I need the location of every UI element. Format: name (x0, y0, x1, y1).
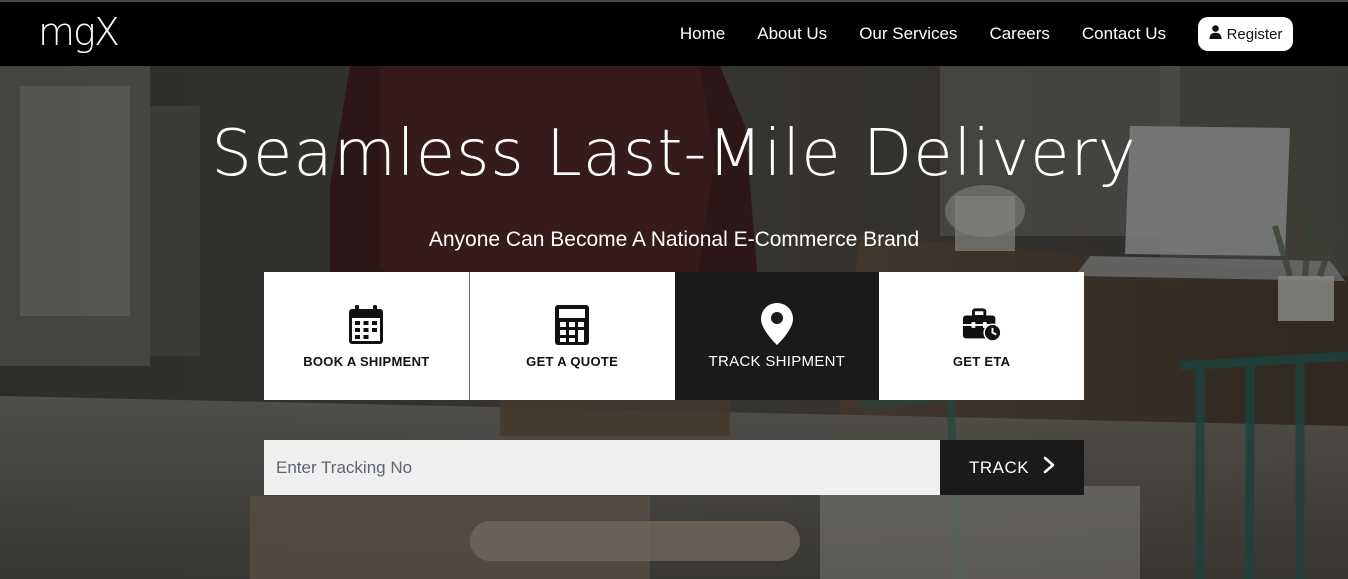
hero-subtitle: Anyone Can Become A National E-Commerce … (428, 228, 920, 251)
nav-link-careers[interactable]: Careers (989, 24, 1049, 44)
tile-label-track-shipment: TRACK SHIPMENT (708, 352, 846, 370)
tile-get-eta[interactable]: GET ETA (879, 272, 1084, 400)
nav-link-our-services[interactable]: Our Services (859, 24, 957, 44)
tile-track-shipment[interactable]: TRACK SHIPMENT (674, 272, 880, 400)
map-pin-icon (757, 302, 797, 345)
calculator-icon (552, 304, 592, 346)
register-label: Register (1226, 25, 1283, 43)
top-navbar: mgX Home About Us Our Services Careers C… (0, 0, 1348, 66)
nav-link-home[interactable]: Home (680, 24, 725, 44)
page: mgX Home About Us Our Services Careers C… (0, 0, 1348, 579)
action-tiles: BOOK A SHIPMENT GET A QUOTE TRACK SHIPME… (264, 272, 1084, 400)
briefcase-clock-icon (962, 304, 1002, 346)
tile-label-get-eta: GET ETA (952, 353, 1011, 369)
tracking-form: TRACK (264, 440, 1084, 495)
tile-label-book-shipment: BOOK A SHIPMENT (303, 353, 430, 369)
tile-label-get-quote: GET A QUOTE (526, 353, 619, 369)
mgx-logo[interactable]: mgX (38, 10, 120, 54)
tracking-number-input[interactable] (264, 440, 940, 495)
hero-section: Seamless Last-Mile Delivery Anyone Can B… (0, 66, 1348, 579)
nav-link-about-us[interactable]: About Us (757, 24, 827, 44)
user-icon (1209, 25, 1222, 43)
hero-title: Seamless Last-Mile Delivery (211, 117, 1137, 191)
main-nav: Home About Us Our Services Careers Conta… (680, 2, 1166, 66)
calendar-icon (346, 304, 386, 346)
tile-get-quote[interactable]: GET A QUOTE (468, 272, 675, 400)
tile-book-shipment[interactable]: BOOK A SHIPMENT (264, 272, 469, 400)
chevron-right-icon (1043, 456, 1055, 479)
track-button-label: TRACK (968, 457, 1030, 477)
nav-link-contact-us[interactable]: Contact Us (1082, 24, 1166, 44)
register-button[interactable]: Register (1198, 17, 1293, 51)
track-button[interactable]: TRACK (940, 440, 1084, 495)
